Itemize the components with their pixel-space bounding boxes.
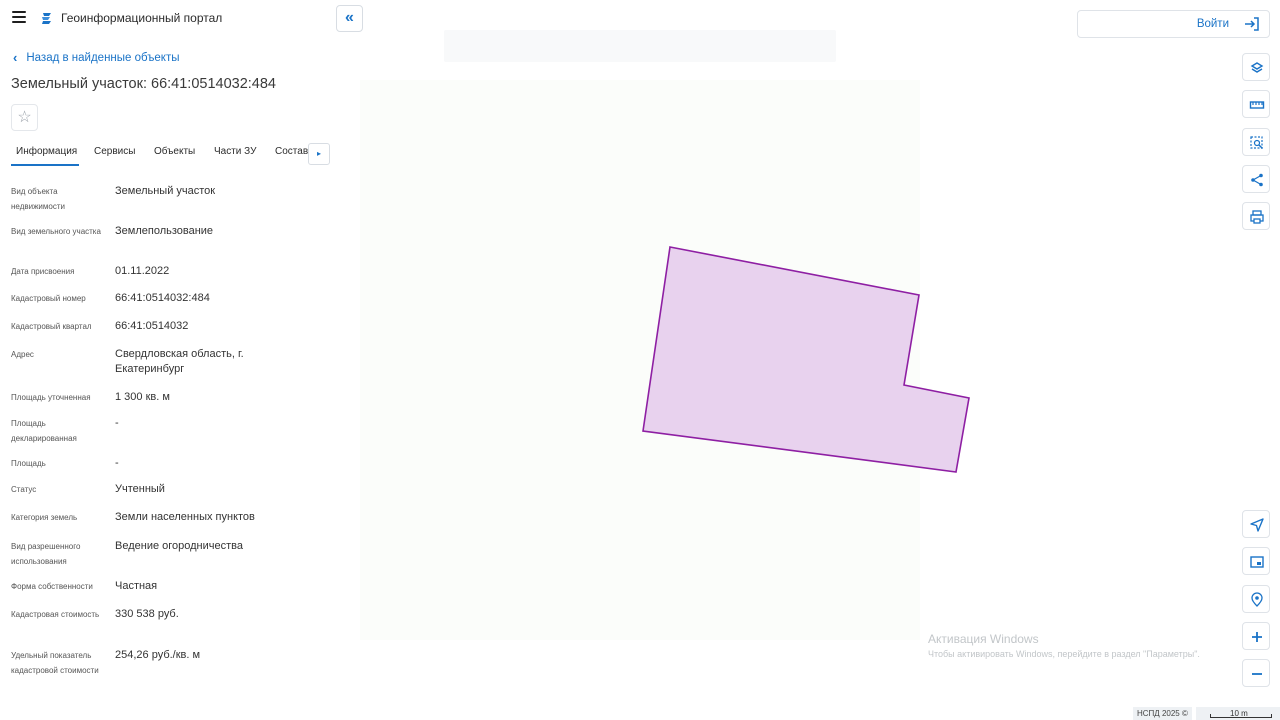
tab-objects[interactable]: Объекты [154, 146, 195, 157]
zoom-in-icon [1252, 632, 1262, 642]
minimap-button[interactable] [1242, 547, 1270, 575]
property-value: Свердловская область, г. Екатеринбург [115, 348, 244, 375]
tabs-scroll-right-icon[interactable]: ▸ [308, 143, 330, 165]
ruler-icon [1249, 101, 1265, 109]
property-value: Частная [115, 580, 158, 592]
property-label: Площадь уточненная [11, 393, 91, 402]
property-value: Землепользование [115, 225, 214, 237]
activation-hint: Чтобы активировать Windows, перейдите в … [928, 649, 1200, 659]
property-value: 330 538 руб. [115, 608, 179, 620]
portal-title: Геоинформационный портал [61, 11, 223, 25]
area-select-icon [1250, 136, 1263, 149]
property-label: Вид разрешенного использования [11, 542, 81, 566]
scale-bar-label: 10 m [1230, 709, 1248, 718]
chevron-left-icon: ‹ [13, 50, 18, 65]
property-label: Категория земель [11, 513, 78, 522]
share-icon [1251, 173, 1263, 187]
tab-composition[interactable]: Состав [275, 146, 308, 157]
property-value: Ведение огородничества [115, 540, 244, 552]
property-value: Земли населенных пунктов [115, 511, 255, 523]
info-tabs: Информация Сервисы Объекты Части ЗУ Сост… [11, 143, 331, 167]
geolocation-icon [1251, 592, 1263, 607]
back-link-label: Назад в найденные объекты [26, 51, 180, 64]
zoom-in-button[interactable] [1242, 622, 1270, 650]
app-root: Геоинформационный портал ‹ Назад в найде… [0, 0, 1280, 720]
layers-button[interactable] [1242, 53, 1270, 81]
collapse-sidebar-button[interactable]: « [336, 5, 363, 32]
login-icon [1245, 17, 1259, 31]
geolocation-button[interactable] [1242, 585, 1270, 613]
windows-activation-watermark: Активация Windows Чтобы активировать Win… [928, 632, 1200, 659]
property-value: 66:41:0514032 [115, 320, 189, 332]
portal-logo-icon [42, 13, 51, 24]
layers-icon [1250, 62, 1264, 73]
tab-services[interactable]: Сервисы [94, 146, 135, 157]
locate-button[interactable] [1242, 510, 1270, 538]
property-label: Вид земельного участка [11, 227, 101, 236]
area-select-button[interactable] [1242, 128, 1270, 156]
map-credit: НСПД 2025 © [1133, 707, 1192, 720]
property-label: Удельный показатель кадастровой стоимост… [11, 651, 99, 675]
minimap-icon [1250, 556, 1264, 568]
login-label: Войти [1196, 18, 1229, 30]
info-sidebar: Геоинформационный портал ‹ Назад в найде… [0, 0, 336, 720]
activation-title: Активация Windows [928, 632, 1039, 646]
print-icon [1250, 210, 1264, 224]
tab-land-parts[interactable]: Части ЗУ [214, 146, 256, 157]
property-label: Площадь [11, 459, 46, 468]
property-label: Вид объекта недвижимости [11, 187, 65, 211]
object-title: Земельный участок: 66:41:0514032:484 [11, 76, 276, 92]
property-label: Адрес [11, 350, 34, 359]
property-label: Кадастровый номер [11, 294, 86, 303]
print-button[interactable] [1242, 202, 1270, 230]
property-label: Кадастровая стоимость [11, 610, 100, 619]
share-button[interactable] [1242, 165, 1270, 193]
property-value: 66:41:0514032:484 [115, 292, 210, 304]
property-label: Дата присвоения [11, 267, 75, 276]
land-parcel-polygon[interactable] [642, 246, 970, 473]
property-label: Кадастровый квартал [11, 322, 92, 331]
tab-information[interactable]: Информация [16, 146, 77, 157]
locate-icon [1250, 518, 1264, 532]
favorite-star-icon[interactable]: ☆ [11, 104, 38, 131]
property-value: Земельный участок [115, 185, 216, 197]
zoom-out-icon [1252, 673, 1262, 675]
property-label: Площадь декларированная [11, 419, 77, 443]
login-button[interactable]: Войти [1077, 10, 1270, 38]
property-value: - [115, 457, 119, 469]
zoom-out-button[interactable] [1242, 659, 1270, 687]
property-value: - [115, 417, 119, 429]
sidebar-header: Геоинформационный портал [0, 0, 336, 38]
property-label: Статус [11, 485, 37, 494]
property-value: 01.11.2022 [115, 265, 170, 277]
property-value: 1 300 кв. м [115, 391, 170, 403]
back-to-results-link[interactable]: ‹ Назад в найденные объекты [13, 50, 180, 65]
property-value: 254,26 руб./кв. м [115, 649, 201, 661]
measure-button[interactable] [1242, 90, 1270, 118]
property-label: Форма собственности [11, 582, 93, 591]
property-value: Учтенный [115, 483, 165, 495]
menu-icon[interactable] [12, 11, 26, 23]
active-tab-indicator [11, 164, 79, 166]
